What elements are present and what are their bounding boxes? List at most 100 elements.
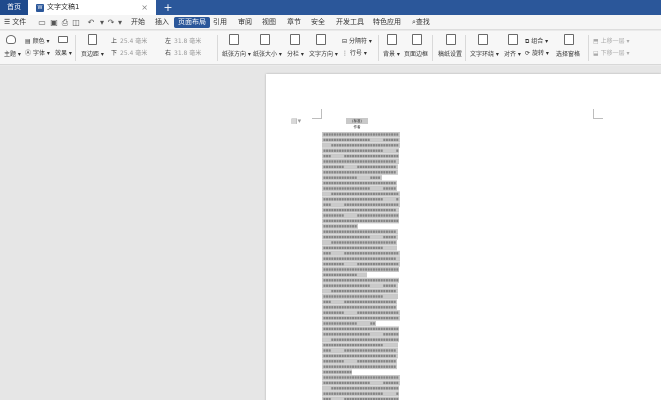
text-glyph [341,192,344,196]
text-glyph [362,354,365,358]
text-glyph [385,203,388,206]
margin-corner-mark [593,109,603,119]
quick-access-dropdown-icon[interactable]: ▾ [115,15,125,30]
text-glyph [354,349,357,352]
margin-top-field[interactable]: 25.4 毫米 [120,36,147,45]
text-glyph [393,203,396,206]
writer-doc-icon: W [36,4,44,12]
file-menu[interactable]: ☰ 文件 [4,15,26,30]
text-direction-button[interactable]: 文字方向 ▾ [309,49,338,58]
text-wrap-button[interactable]: 文字环绕 ▾ [470,49,499,58]
background-button[interactable]: 背景 ▾ [383,49,400,58]
paste-options-icon[interactable]: ▤▾ [291,117,301,125]
tab-view[interactable]: 视图 [262,15,276,30]
tab-review[interactable]: 审阅 [238,15,252,30]
paper-setting-button[interactable]: 稿纸设置 [438,49,462,58]
text-glyph [339,327,342,331]
tab-features[interactable]: 特色应用 [373,15,401,30]
text-glyph [362,295,365,298]
text-glyph [349,246,352,250]
text-glyph [362,181,365,185]
align-button[interactable]: 对齐 ▾ [504,49,521,58]
selected-text-block[interactable]: (标准) 作者 [322,118,406,400]
color-button[interactable]: ▤ 颜色 ▾ [25,36,50,45]
tab-home[interactable]: 开始 [131,15,145,30]
page-border-button[interactable]: 页面边框 [404,49,428,58]
font-scheme-button[interactable]: Ⓐ 字体 ▾ [25,48,50,57]
text-glyph [396,327,399,331]
text-glyph [359,295,362,298]
text-glyph [388,235,391,239]
text-glyph [331,316,334,320]
margin-left-field[interactable]: 31.8 毫米 [174,36,201,45]
text-glyph [372,208,375,212]
print-preview-icon[interactable]: ◫ [71,15,81,30]
select-pane-button[interactable]: 选择窗格 [556,49,580,58]
home-tab[interactable]: 首页 [0,0,28,15]
text-glyph [372,219,375,223]
document-workspace[interactable]: ▤▾ (标准) 作者 [0,66,661,400]
text-glyph [383,327,386,331]
save-icon[interactable]: ▣ [49,15,59,30]
text-glyph [344,176,347,179]
tab-insert[interactable]: 插入 [155,15,169,30]
text-glyph [372,316,375,320]
rotate-button[interactable]: ⟳ 旋转 ▾ [525,48,549,57]
margin-button[interactable]: 页边距 ▾ [81,49,104,58]
text-glyph [372,360,375,363]
tab-page-layout[interactable]: 页面布局 [174,17,210,28]
text-glyph [339,338,342,341]
text-glyph [326,365,329,368]
open-icon[interactable]: ▭ [37,15,47,30]
text-glyph [323,349,326,352]
search-command[interactable]: ⌕查找 [412,15,430,30]
paper-size-button[interactable]: 纸张大小 ▾ [253,49,282,58]
document-tab[interactable]: W 文字文稿1 × [28,0,156,15]
undo-icon[interactable]: ↶ [86,15,96,30]
text-glyph [380,349,383,352]
document-page[interactable]: ▤▾ (标准) 作者 [266,74,661,400]
separator-button[interactable]: ⊟ 分隔符 ▾ [342,36,372,45]
tab-chapter[interactable]: 章节 [287,15,301,30]
tab-references[interactable]: 引用 [213,15,227,30]
text-glyph [354,376,357,379]
text-glyph [341,343,344,347]
orientation-button[interactable]: 纸张方向 ▾ [222,49,251,58]
text-glyph [341,360,344,363]
text-glyph [393,316,396,320]
close-icon[interactable]: × [141,0,148,15]
tab-security[interactable]: 安全 [311,15,325,30]
text-glyph [391,284,394,287]
send-backward-button[interactable]: ⬓ 下移一层 ▾ [593,48,630,57]
theme-button[interactable]: 主题 ▾ [4,49,21,58]
text-glyph [331,208,334,212]
new-tab-button[interactable]: + [161,0,175,15]
text-glyph [354,138,357,142]
tab-developer[interactable]: 开发工具 [336,15,364,30]
text-glyph [349,230,352,233]
text-glyph [339,192,342,196]
print-icon[interactable]: ⎙ [60,15,70,30]
text-glyph [354,160,357,163]
text-glyph [333,219,336,223]
text-glyph [346,230,349,233]
text-glyph [323,311,326,314]
margin-right-field[interactable]: 31.8 毫米 [174,48,201,57]
text-glyph [388,203,391,206]
text-glyph [388,230,391,233]
text-glyph [391,181,394,185]
text-glyph [333,160,336,163]
columns-button[interactable]: 分栏 ▾ [287,49,304,58]
text-glyph [328,354,331,358]
text-glyph [352,176,355,179]
margin-bottom-field[interactable]: 25.4 毫米 [120,48,147,57]
text-glyph [328,268,331,271]
text-glyph [367,300,370,304]
text-glyph [341,392,344,395]
text-glyph [331,354,334,358]
line-number-button[interactable]: ⋮ 行号 ▾ [342,48,367,57]
effect-button[interactable]: 效果 ▾ [55,48,72,57]
text-glyph [344,208,347,212]
bring-forward-button[interactable]: ⬒ 上移一层 ▾ [593,36,630,45]
group-button[interactable]: ⧉ 组合 ▾ [525,36,548,46]
